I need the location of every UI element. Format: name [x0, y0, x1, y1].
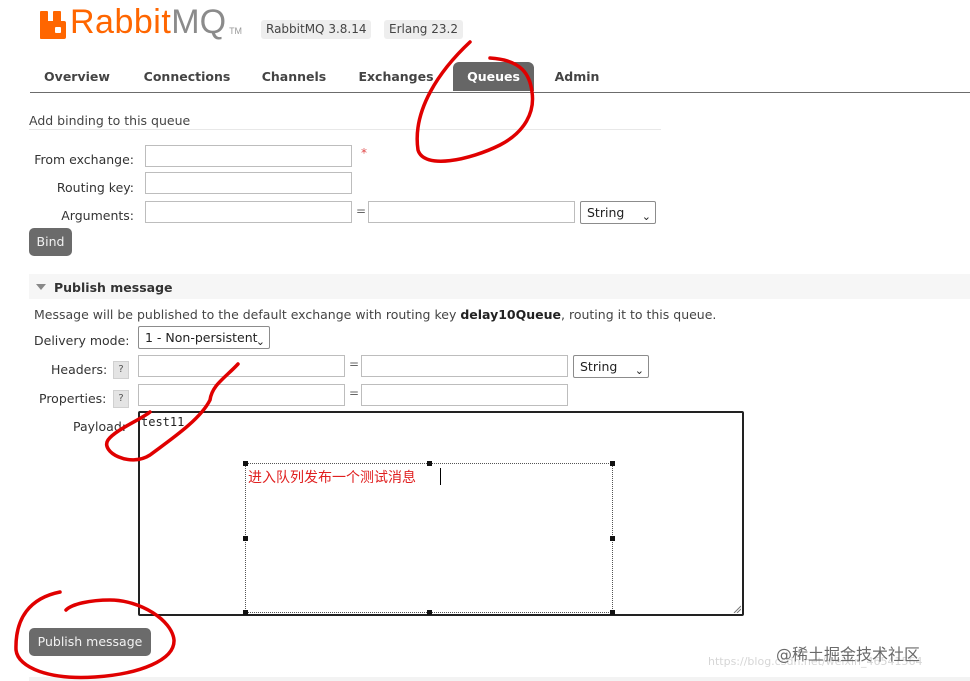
rabbitmq-logo: Rabbit MQ TM: [40, 3, 242, 39]
watermark-text: @稀土掘金技术社区: [776, 645, 921, 664]
chevron-down-icon: ⌄: [634, 364, 644, 377]
chevron-down-icon: ⌄: [641, 210, 651, 223]
headers-key-input[interactable]: [138, 355, 345, 377]
bind-button[interactable]: Bind: [29, 228, 72, 256]
payload-label: Payload:: [73, 419, 126, 434]
equals-sign: =: [356, 204, 367, 218]
routing-key-input[interactable]: [145, 172, 352, 194]
required-marker: *: [361, 146, 367, 160]
tab-exchanges[interactable]: Exchanges: [353, 62, 439, 91]
delivery-mode-value: 1 - Non-persistent: [145, 330, 258, 345]
resize-handle[interactable]: [243, 610, 248, 615]
logo-text-mq: MQ: [171, 3, 227, 41]
resize-handle[interactable]: [610, 536, 615, 541]
properties-key-input[interactable]: [138, 384, 345, 406]
resize-handle[interactable]: [610, 610, 615, 615]
rabbitmq-version-badge: RabbitMQ 3.8.14: [261, 20, 372, 39]
footer-divider: [29, 677, 970, 681]
logo-trademark: TM: [229, 26, 243, 36]
resize-handle[interactable]: [427, 461, 432, 466]
resize-handle[interactable]: [243, 536, 248, 541]
publish-routing-key: delay10Queue: [460, 307, 562, 322]
headers-help-icon[interactable]: ?: [113, 361, 129, 379]
tab-channels[interactable]: Channels: [256, 62, 332, 91]
routing-key-label: Routing key:: [56, 180, 134, 195]
publish-info-prefix: Message will be published to the default…: [34, 307, 461, 322]
section-divider: [29, 129, 661, 130]
text-cursor: [440, 468, 441, 485]
arguments-label: Arguments:: [61, 208, 134, 223]
equals-sign: =: [349, 357, 360, 371]
resize-handle[interactable]: [427, 610, 432, 615]
headers-value-input[interactable]: [361, 355, 568, 377]
properties-label: Properties:: [39, 391, 107, 406]
equals-sign: =: [349, 386, 360, 400]
arguments-key-input[interactable]: [145, 201, 352, 223]
arguments-type-value: String: [587, 205, 625, 220]
delivery-mode-select[interactable]: 1 - Non-persistent ⌄: [138, 326, 270, 349]
properties-help-icon[interactable]: ?: [113, 390, 129, 408]
chevron-down-icon: ⌄: [255, 335, 265, 348]
publish-info-text: Message will be published to the default…: [34, 307, 716, 322]
erlang-version-badge: Erlang 23.2: [384, 20, 463, 39]
delivery-mode-label: Delivery mode:: [34, 333, 130, 348]
add-binding-title: Add binding to this queue: [29, 113, 191, 128]
publish-message-button[interactable]: Publish message: [29, 628, 151, 656]
arguments-type-select[interactable]: String ⌄: [580, 201, 656, 224]
tab-overview[interactable]: Overview: [34, 62, 120, 91]
resize-handle[interactable]: [610, 461, 615, 466]
tab-queues[interactable]: Queues: [453, 62, 534, 91]
from-exchange-label: From exchange:: [34, 152, 134, 167]
resize-grip-icon[interactable]: [733, 605, 741, 613]
collapse-triangle-icon[interactable]: [36, 284, 46, 290]
headers-type-select[interactable]: String ⌄: [573, 355, 649, 378]
publish-info-suffix: , routing it to this queue.: [561, 307, 717, 322]
from-exchange-input[interactable]: [145, 145, 352, 167]
logo-text-rabbit: Rabbit: [70, 3, 172, 41]
publish-section-title: Publish message: [54, 280, 173, 295]
tab-admin[interactable]: Admin: [548, 62, 606, 91]
payload-value: test11: [141, 415, 185, 429]
rabbitmq-logo-icon: [40, 11, 66, 39]
properties-value-input[interactable]: [361, 384, 568, 406]
arguments-value-input[interactable]: [368, 201, 575, 223]
headers-label: Headers:: [51, 362, 108, 377]
headers-type-value: String: [580, 359, 618, 374]
resize-handle[interactable]: [243, 461, 248, 466]
tab-connections[interactable]: Connections: [140, 62, 234, 91]
annotation-text: 进入队列发布一个测试消息: [248, 470, 416, 486]
